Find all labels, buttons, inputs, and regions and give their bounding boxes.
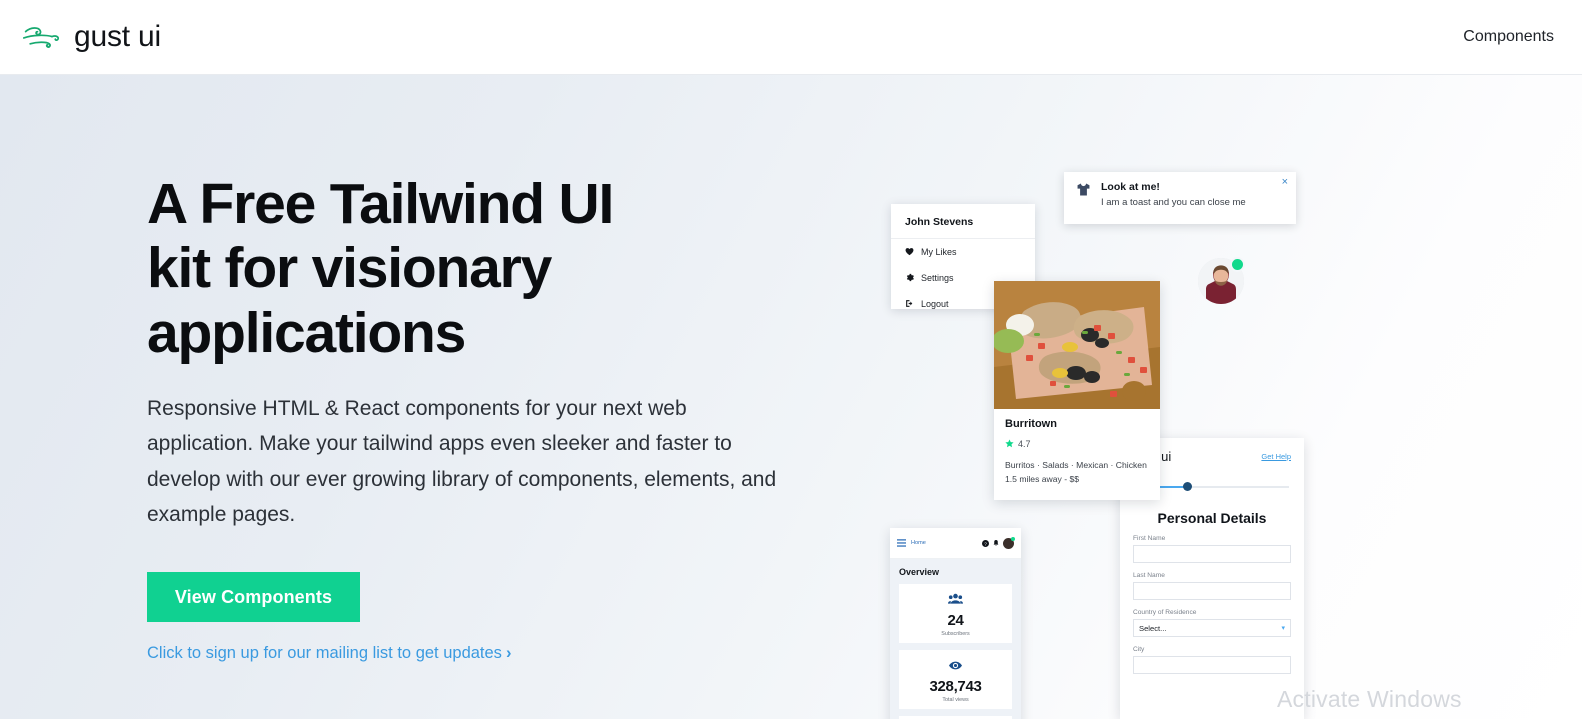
windows-activation-watermark: Activate Windows — [1277, 686, 1462, 712]
stat-label: Total views — [942, 697, 969, 703]
hamburger-icon[interactable] — [897, 534, 906, 552]
field-group-last-name: Last Name — [1133, 572, 1291, 600]
field-label: Country of Residence — [1133, 609, 1197, 616]
stat-label: Subscribers — [941, 631, 970, 637]
logout-icon — [905, 299, 914, 310]
star-icon — [1005, 435, 1014, 453]
help-icon[interactable]: ? — [982, 534, 989, 552]
menu-item-my-likes[interactable]: My Likes — [891, 239, 1035, 265]
mockup-avatar-badge[interactable] — [1198, 257, 1245, 304]
toast-body: I am a toast and you can close me — [1101, 197, 1246, 208]
restaurant-tags: Burritos · Salads · Mexican · Chicken — [1005, 460, 1147, 470]
field-label: Last Name — [1133, 572, 1165, 579]
stat-tile-subscribers: 24 Subscribers — [899, 584, 1012, 643]
wind-gust-icon — [22, 20, 62, 54]
dashboard-nav-label[interactable]: Home — [911, 540, 926, 546]
mockup-toast[interactable]: Look at me! I am a toast and you can clo… — [1064, 172, 1296, 224]
first-name-input[interactable] — [1133, 545, 1291, 563]
svg-text:?: ? — [984, 541, 987, 546]
menu-item-label: Settings — [921, 273, 954, 283]
primary-nav: Components — [1463, 28, 1554, 46]
bell-icon[interactable] — [993, 534, 999, 552]
site-header: gust ui Components — [0, 0, 1582, 75]
dashboard-topbar: Home ? — [890, 528, 1021, 559]
dropdown-user-name: John Stevens — [905, 216, 974, 228]
restaurant-rating-value: 4.7 — [1018, 439, 1031, 449]
field-label: First Name — [1133, 535, 1166, 542]
brand-name: gust ui — [74, 20, 161, 53]
stat-value: 24 — [947, 612, 964, 629]
shirt-icon — [1075, 181, 1092, 208]
mockup-collage: John Stevens My Likes Settings Logout Lo… — [0, 75, 1582, 719]
field-group-first-name: First Name — [1133, 535, 1291, 563]
close-icon[interactable]: × — [1282, 177, 1288, 188]
dashboard-heading: Overview — [899, 567, 940, 577]
gear-icon — [905, 273, 914, 284]
eye-icon — [949, 657, 962, 674]
field-label: City — [1133, 646, 1145, 653]
country-select-value: Select... — [1139, 623, 1167, 633]
get-help-link[interactable]: Get Help — [1261, 452, 1291, 461]
burrito-photo — [992, 281, 1160, 409]
restaurant-distance: 1.5 miles away - $$ — [1005, 474, 1080, 485]
heart-icon — [905, 247, 914, 258]
toast-title: Look at me! — [1101, 181, 1160, 193]
progress-handle[interactable] — [1182, 482, 1192, 491]
dashboard-body: Overview 24 Subscribers 328,743 Total vi… — [890, 559, 1021, 719]
city-input[interactable] — [1133, 656, 1291, 674]
stat-tile-total-views: 328,743 Total views — [899, 650, 1012, 709]
stat-value: 328,743 — [929, 678, 982, 695]
status-badge-online — [1011, 536, 1015, 541]
mockup-restaurant-card[interactable]: Burritown 4.7 Burritos · Salads · Mexica… — [992, 281, 1160, 500]
mockup-dashboard[interactable]: Home ? Overview 24 Subscribers 328,743 T… — [890, 528, 1021, 719]
avatar[interactable] — [1003, 536, 1015, 549]
menu-item-label: Logout — [921, 299, 949, 309]
menu-item-label: My Likes — [921, 247, 957, 257]
last-name-input[interactable] — [1133, 582, 1291, 600]
page-root: gust ui Components A Free Tailwind UI ki… — [0, 0, 1582, 719]
restaurant-name: Burritown — [1005, 418, 1057, 430]
field-group-city: City — [1133, 646, 1291, 674]
status-badge-online — [1230, 257, 1245, 272]
country-select[interactable]: Select... ▾ — [1133, 619, 1291, 637]
nav-link-components[interactable]: Components — [1463, 28, 1554, 46]
restaurant-rating: 4.7 — [1005, 435, 1149, 453]
form-title: Personal Details — [1157, 510, 1267, 526]
hero-section: A Free Tailwind UI kit for visionary app… — [0, 75, 1582, 719]
users-icon — [948, 591, 963, 608]
chevron-down-icon: ▾ — [1281, 625, 1285, 632]
field-group-country: Country of Residence Select... ▾ — [1133, 609, 1291, 637]
brand-logo[interactable]: gust ui — [22, 20, 161, 54]
